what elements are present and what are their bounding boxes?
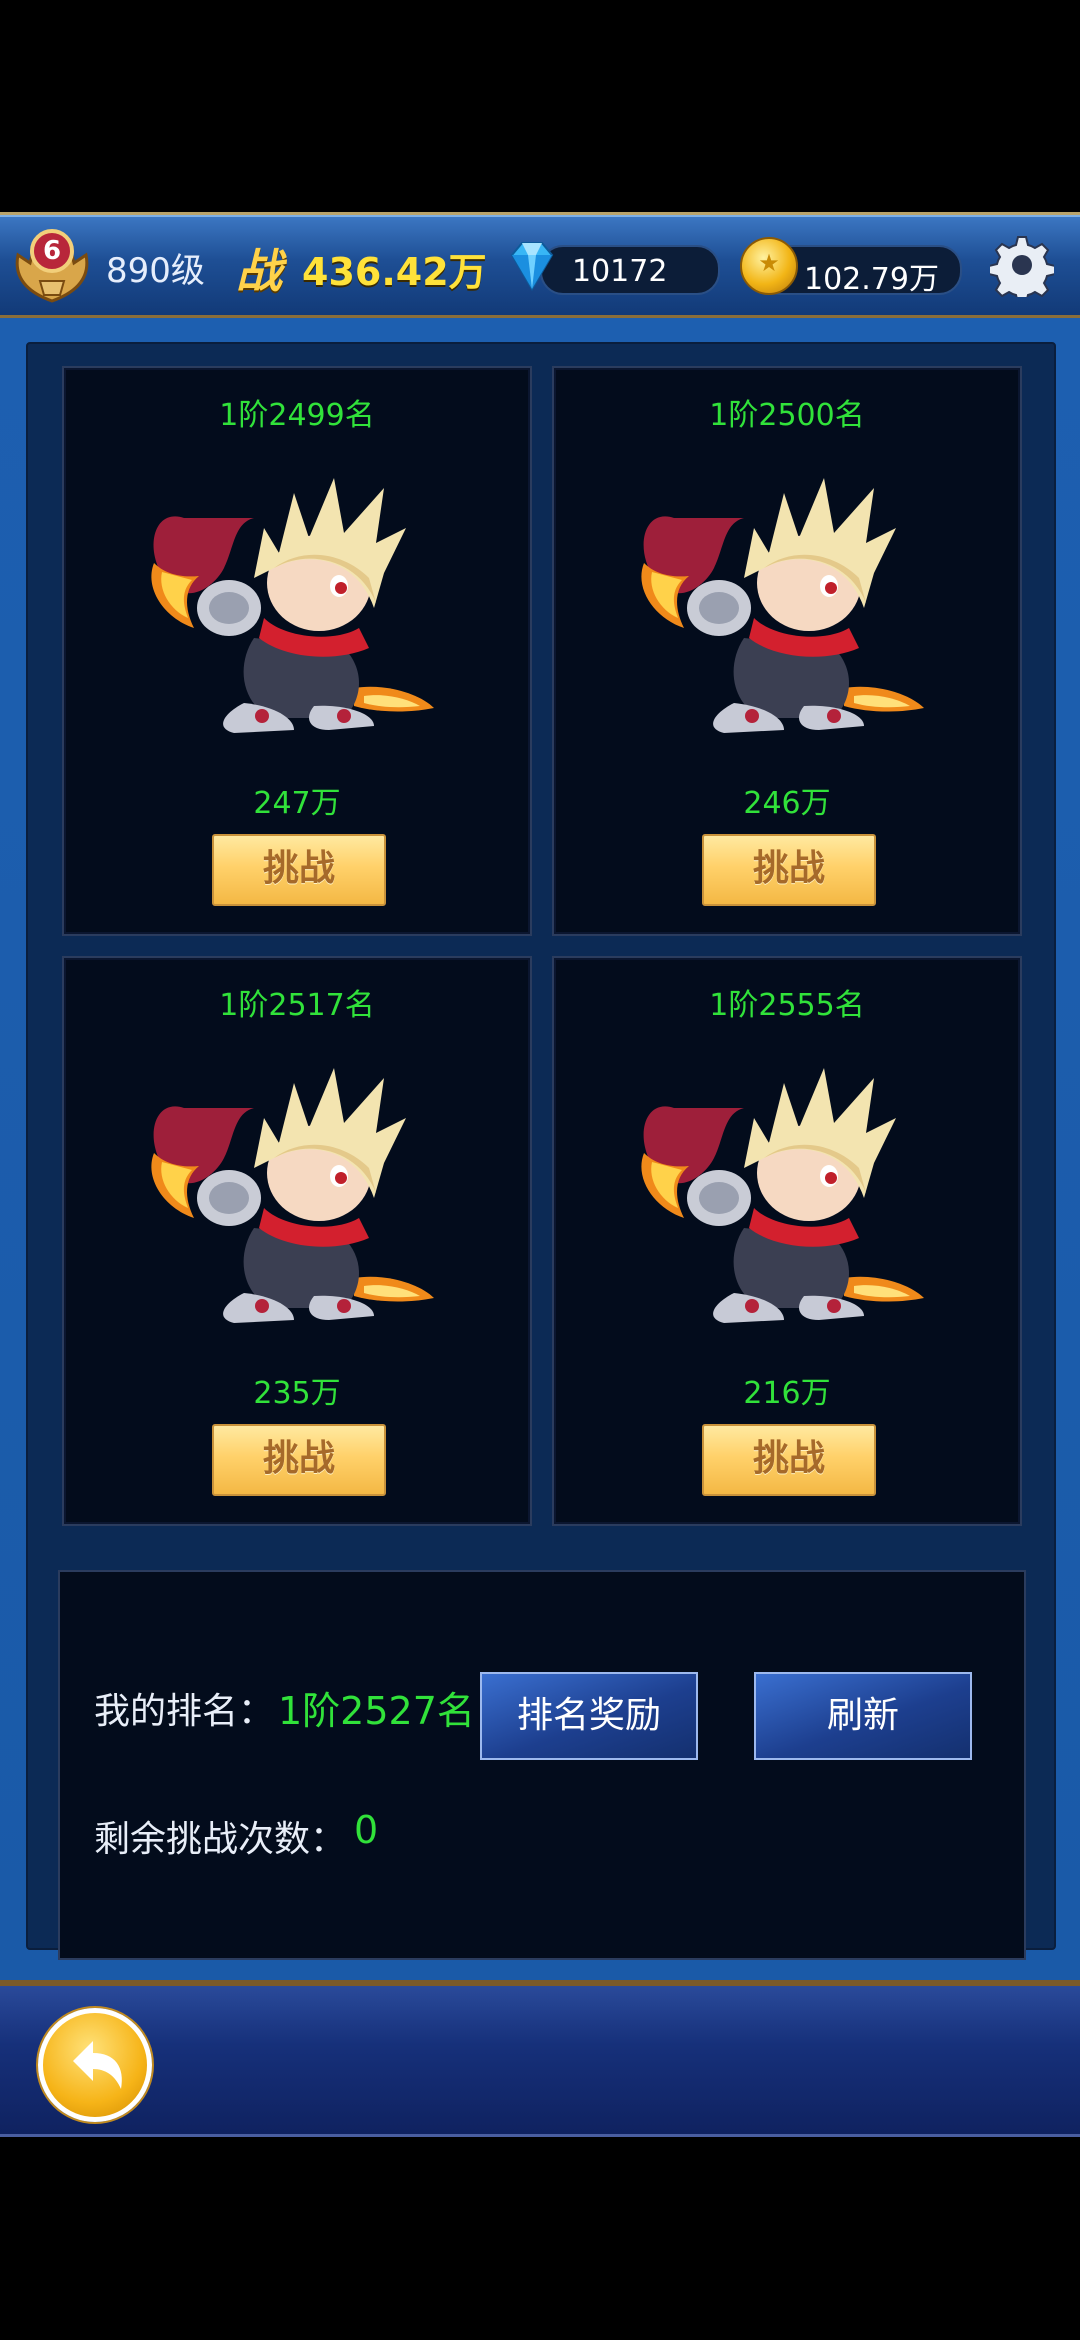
gold-coin-icon (740, 237, 798, 295)
opponent-rank: 1阶2555名 (709, 988, 865, 1023)
rank-badge-number: 6 (42, 236, 62, 266)
opponent-rank: 1阶2500名 (709, 398, 865, 433)
gold-amount: 102.79万 (804, 262, 939, 297)
gear-icon[interactable] (988, 233, 1056, 304)
challenge-button[interactable]: 挑战 (212, 1424, 386, 1496)
hero-portrait[interactable] (144, 468, 444, 738)
top-status-bar: 6 890级 战 436.42万 10172 102.79万 (0, 212, 1080, 320)
remaining-challenges-value: 0 (354, 1808, 379, 1852)
diamond-counter[interactable]: 10172 (540, 245, 720, 295)
opponent-card: 1阶2555名 216万 挑战 (552, 956, 1022, 1526)
arena-panel-inner: 1阶2499名 247万 挑战 1阶2500名 246万 挑战 1阶2517名 … (26, 342, 1056, 1960)
refresh-button[interactable]: 刷新 (754, 1672, 972, 1760)
back-arrow-icon (73, 2041, 122, 2089)
opponent-rank: 1阶2517名 (219, 988, 375, 1023)
player-level: 890级 (106, 251, 205, 291)
diamond-amount: 10172 (572, 254, 668, 289)
opponent-card: 1阶2517名 235万 挑战 (62, 956, 532, 1526)
opponent-power: 235万 (253, 1376, 341, 1411)
bottom-nav-bar (0, 1980, 1080, 2137)
opponent-rank: 1阶2499名 (219, 398, 375, 433)
challenge-button[interactable]: 挑战 (212, 834, 386, 906)
opponent-card: 1阶2500名 246万 挑战 (552, 366, 1022, 936)
opponent-card: 1阶2499名 247万 挑战 (62, 366, 532, 936)
opponent-power: 246万 (743, 786, 831, 821)
hero-portrait[interactable] (144, 1058, 444, 1328)
arena-panel: 1阶2499名 247万 挑战 1阶2500名 246万 挑战 1阶2517名 … (0, 318, 1080, 1980)
back-button[interactable] (38, 2008, 152, 2122)
battle-power-value: 436.42万 (302, 250, 487, 294)
hero-portrait[interactable] (634, 1058, 934, 1328)
my-rank-box: 我的排名： 1阶2527名 排名奖励 刷新 剩余挑战次数： 0 (58, 1570, 1026, 1960)
challenge-button[interactable]: 挑战 (702, 1424, 876, 1496)
hero-portrait[interactable] (634, 468, 934, 738)
my-rank-value: 1阶2527名 (278, 1689, 475, 1733)
diamond-icon (502, 235, 562, 295)
remaining-challenges-label: 剩余挑战次数： (94, 1819, 347, 1860)
challenge-button[interactable]: 挑战 (702, 834, 876, 906)
opponent-power: 216万 (743, 1376, 831, 1411)
rank-reward-button[interactable]: 排名奖励 (480, 1672, 698, 1760)
battle-power-glyph: 战 (236, 244, 282, 298)
rank-badge-icon[interactable]: 6 (10, 225, 94, 305)
my-rank-label: 我的排名： (94, 1691, 275, 1732)
opponent-power: 247万 (253, 786, 341, 821)
